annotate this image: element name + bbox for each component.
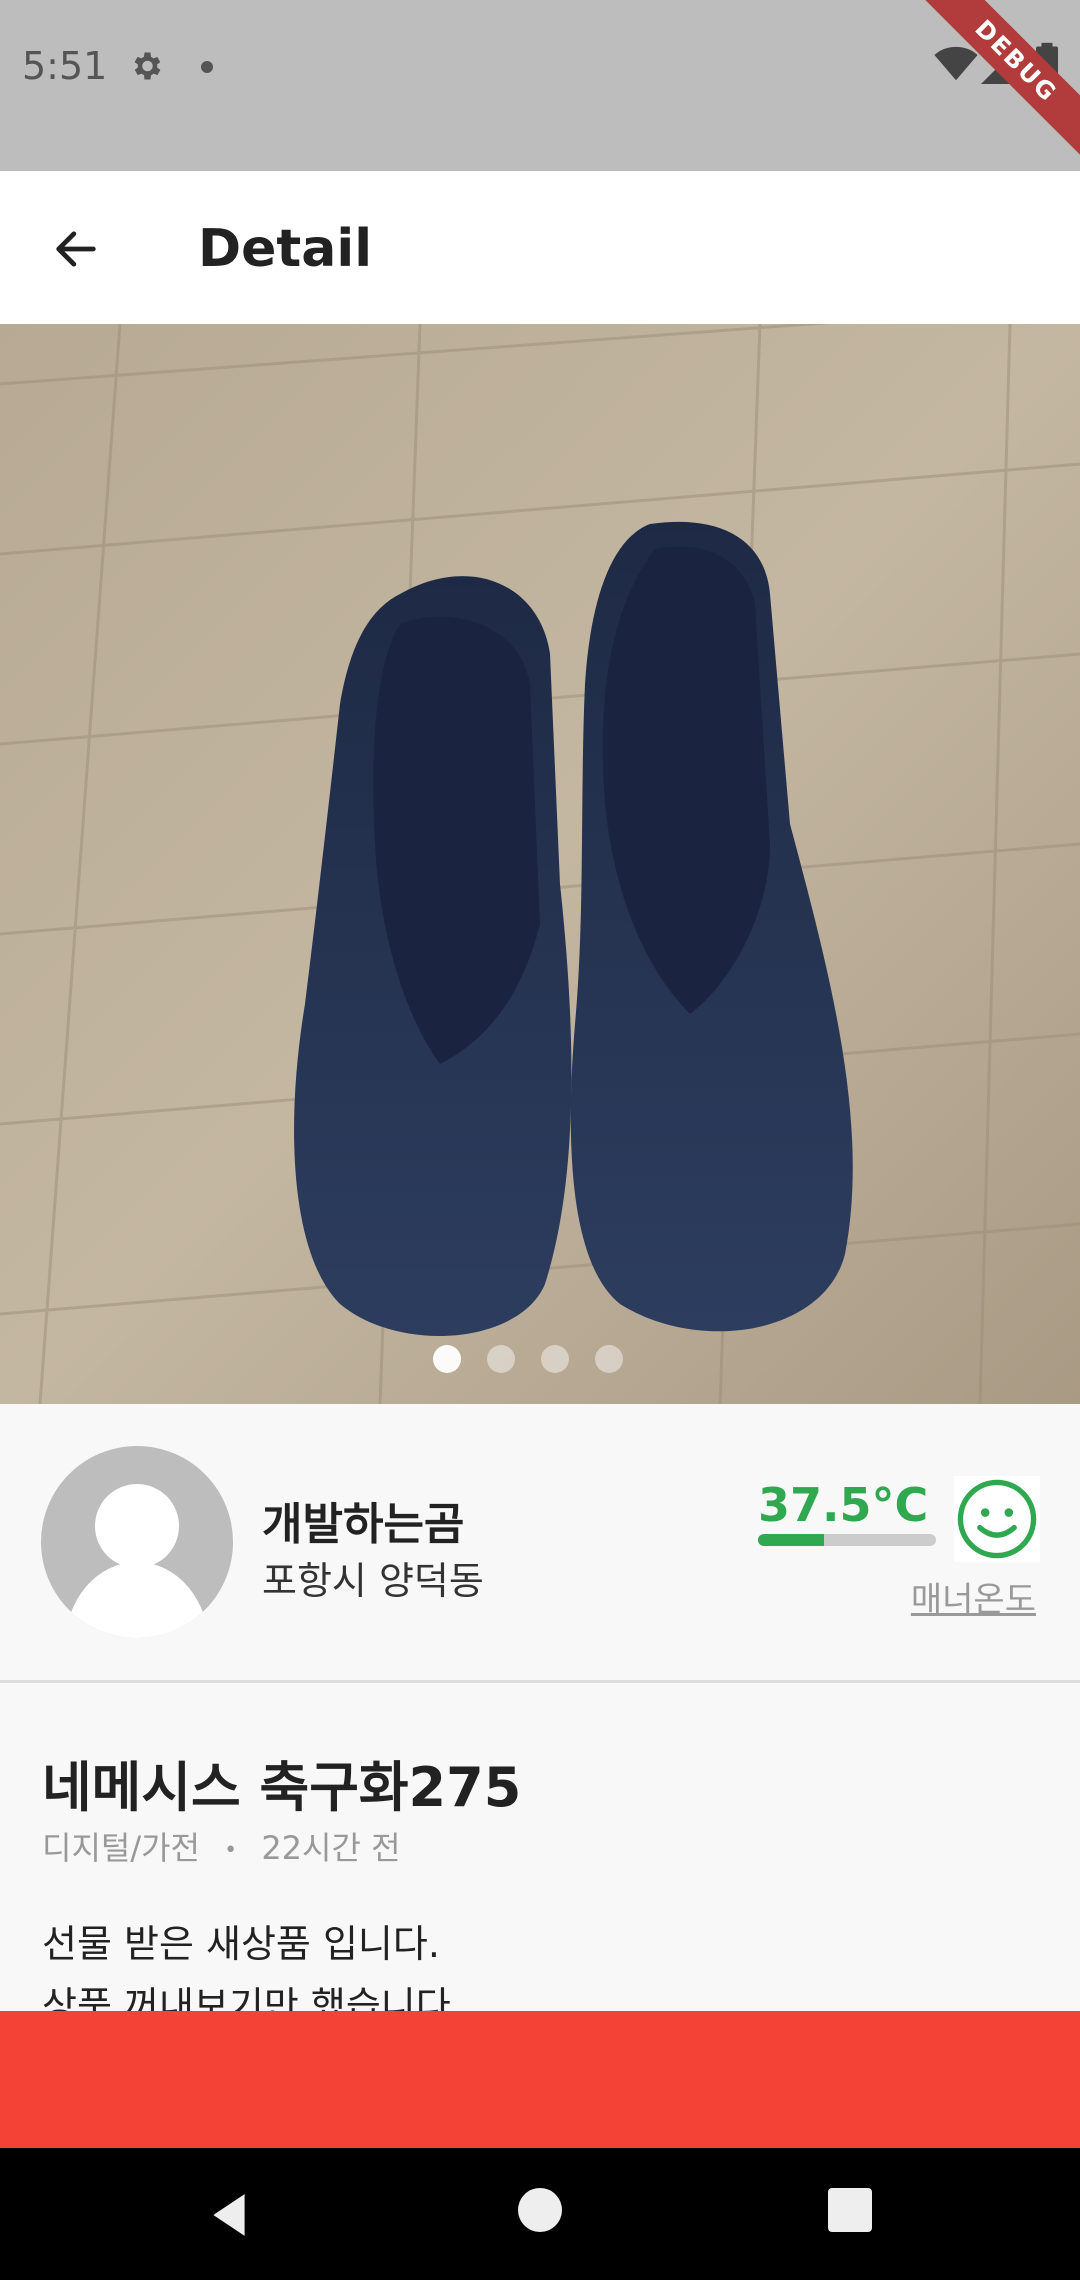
carousel-dot[interactable] bbox=[595, 1345, 623, 1373]
status-time: 5:51 bbox=[22, 44, 108, 88]
seller-info[interactable]: 개발하는곰 포항시 양덕동 37.5°C 매너온도 bbox=[0, 1404, 1080, 1680]
seller-location: 포항시 양덕동 bbox=[262, 1559, 484, 1603]
manner-temperature-link[interactable]: 매너온도 bbox=[911, 1572, 1036, 1621]
product-info: 네메시스 축구화275 디지털/가전 • 22시간 전 선물 받은 새상품 입니… bbox=[0, 1683, 1080, 2011]
app-bar: Detail bbox=[0, 171, 1080, 324]
notification-dot-icon bbox=[201, 61, 213, 73]
carousel-indicator bbox=[0, 1345, 1068, 1375]
carousel-dot[interactable] bbox=[487, 1345, 515, 1373]
status-bar: 5:51 DEBUG bbox=[0, 0, 1080, 171]
back-button[interactable] bbox=[44, 217, 108, 281]
product-meta: 디지털/가전 • 22시간 전 bbox=[42, 1823, 401, 1869]
wifi-icon bbox=[934, 46, 978, 81]
system-navigation-bar bbox=[0, 2148, 1080, 2280]
nav-recents-icon[interactable] bbox=[828, 2188, 872, 2232]
page-title: Detail bbox=[198, 219, 373, 279]
carousel-dot[interactable] bbox=[433, 1345, 461, 1373]
product-title: 네메시스 축구화275 bbox=[42, 1756, 522, 1819]
nav-back-icon[interactable] bbox=[205, 2190, 255, 2240]
product-photo bbox=[0, 324, 1080, 1404]
settings-icon bbox=[134, 52, 161, 80]
seller-name: 개발하는곰 bbox=[262, 1499, 465, 1550]
product-category[interactable]: 디지털/가전 bbox=[42, 1829, 200, 1867]
nav-home-icon[interactable] bbox=[518, 2188, 562, 2232]
smile-face-icon bbox=[954, 1476, 1040, 1562]
carousel-dot[interactable] bbox=[541, 1345, 569, 1373]
avatar[interactable] bbox=[41, 1446, 233, 1638]
manner-temperature-fill bbox=[758, 1534, 824, 1546]
person-icon bbox=[65, 1484, 209, 1638]
arrow-back-icon bbox=[56, 231, 96, 267]
product-description: 선물 받은 새상품 입니다. 상품 꺼내보기만 했습니다 bbox=[42, 1922, 451, 2011]
product-image-carousel[interactable] bbox=[0, 324, 1080, 1404]
bottom-action-bar[interactable] bbox=[0, 2011, 1080, 2148]
product-time-ago: 22시간 전 bbox=[261, 1829, 401, 1867]
manner-temperature-bar bbox=[758, 1534, 936, 1546]
manner-temperature: 37.5°C bbox=[758, 1478, 929, 1532]
meta-separator: • bbox=[224, 1837, 238, 1863]
